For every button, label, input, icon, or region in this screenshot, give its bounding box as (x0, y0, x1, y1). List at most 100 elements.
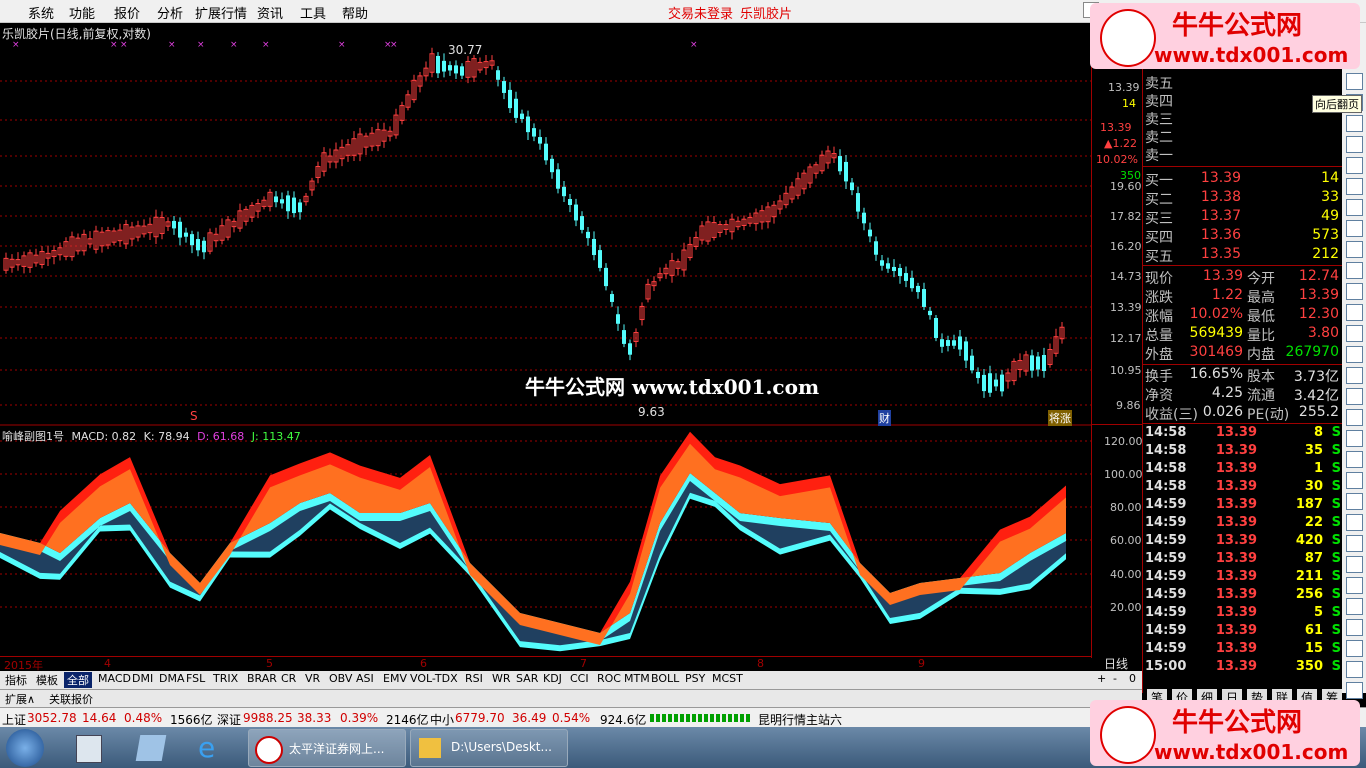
toolbar-icon-27[interactable] (1346, 640, 1363, 657)
toolbar-icon-28[interactable] (1346, 661, 1363, 678)
tick-time: 14:59 (1145, 515, 1187, 530)
tab-extend[interactable]: 扩展∧ (2, 691, 38, 707)
tab-boll[interactable]: BOLL (648, 672, 682, 685)
tab-emv[interactable]: EMV (380, 672, 410, 685)
start-button[interactable] (6, 729, 44, 767)
tab-control-1[interactable]: - (1110, 672, 1120, 685)
tab-control-2[interactable]: 0 (1126, 672, 1139, 685)
tab-模板[interactable]: 模板 (33, 672, 61, 688)
tab-wr[interactable]: WR (489, 672, 514, 685)
menu-info[interactable]: 资讯 (257, 3, 283, 22)
toolbar-icon-18[interactable] (1346, 451, 1363, 468)
tab-vr[interactable]: VR (302, 672, 323, 685)
toolbar-icon-8[interactable] (1346, 241, 1363, 258)
menu-system[interactable]: 系统 (28, 3, 54, 22)
tab-roc[interactable]: ROC (594, 672, 624, 685)
candle-down (922, 289, 926, 307)
tab-obv[interactable]: OBV (326, 672, 355, 685)
toolbar-icon-9[interactable] (1346, 262, 1363, 279)
tick-time: 14:58 (1145, 479, 1187, 494)
tab-rsi[interactable]: RSI (462, 672, 486, 685)
finance-marker[interactable]: 财 (878, 410, 891, 426)
buy-volume: 573 (1312, 227, 1339, 243)
tab-kdj[interactable]: KDJ (540, 672, 565, 685)
login-status[interactable]: 交易未登录 (668, 3, 733, 22)
tab-asi[interactable]: ASI (353, 672, 377, 685)
tab-related-quote[interactable]: 关联报价 (46, 691, 96, 707)
toolbar-icon-29[interactable] (1346, 682, 1363, 699)
chart-area[interactable]: × × × × × × × × × × × 乐凯胶片(日线,前复权,对数) 30.77 9.63 牛… (0, 23, 1091, 658)
tab-cr[interactable]: CR (278, 672, 299, 685)
toolbar-icon-24[interactable] (1346, 577, 1363, 594)
tab-sar[interactable]: SAR (513, 672, 541, 685)
toolbar-icon-23[interactable] (1346, 556, 1363, 573)
toolbar-icon-4[interactable] (1346, 157, 1363, 174)
menu-help[interactable]: 帮助 (342, 3, 368, 22)
toolbar-icon-22[interactable] (1346, 535, 1363, 552)
tab-dmi[interactable]: DMI (129, 672, 156, 685)
tab-fsl[interactable]: FSL (183, 672, 208, 685)
stat-row-2: 涨幅 10.02% 最低 12.30 (1145, 306, 1341, 325)
menu-ext-market[interactable]: 扩展行情 (195, 3, 247, 22)
server-name[interactable]: 昆明行情主站六 (758, 711, 842, 728)
stat2-row-0: 换手 16.65% 股本 3.73亿 (1145, 366, 1341, 385)
toolbar-icon-15[interactable] (1346, 388, 1363, 405)
tab-brar[interactable]: BRAR (244, 672, 280, 685)
toolbar-icon-17[interactable] (1346, 430, 1363, 447)
toolbar-icon-7[interactable] (1346, 220, 1363, 237)
tab-指标[interactable]: 指标 (2, 672, 30, 688)
tab-psy[interactable]: PSY (682, 672, 708, 685)
toolbar-icon-13[interactable] (1346, 346, 1363, 363)
signal-icon (650, 714, 750, 722)
candle-down (520, 113, 524, 120)
menu-tools[interactable]: 工具 (300, 3, 326, 22)
calculator-icon[interactable] (76, 735, 102, 763)
taskbar-item-explorer[interactable]: D:\Users\Deskt... (410, 729, 568, 767)
tab-trix[interactable]: TRIX (210, 672, 241, 685)
menu-function[interactable]: 功能 (69, 3, 95, 22)
event-marker: × (338, 40, 346, 50)
stat2-row-1: 净资 4.25 流通 3.42亿 (1145, 385, 1341, 404)
toolbar-icon-0[interactable] (1346, 73, 1363, 90)
menu-analysis[interactable]: 分析 (157, 3, 183, 22)
notebook-icon[interactable] (135, 735, 167, 761)
toolbar-icon-2[interactable] (1346, 115, 1363, 132)
toolbar-icon-10[interactable] (1346, 283, 1363, 300)
buy-row-4[interactable]: 买五 13.35 212 (1145, 246, 1341, 265)
tab-control-0[interactable]: + (1094, 672, 1109, 685)
toolbar-icon-19[interactable] (1346, 472, 1363, 489)
rise-marker[interactable]: 将涨 (1048, 410, 1072, 426)
candle-down (298, 202, 302, 213)
period-label[interactable]: 日线 (1104, 655, 1128, 672)
buy-row-0[interactable]: 买一 13.39 14 (1145, 170, 1341, 189)
toolbar-icon-5[interactable] (1346, 178, 1363, 195)
toolbar-icon-16[interactable] (1346, 409, 1363, 426)
toolbar-icon-20[interactable] (1346, 493, 1363, 510)
sell-label: 卖一 (1145, 148, 1173, 164)
axis-tick: 14.73 (1110, 270, 1142, 283)
buy-row-1[interactable]: 买二 13.38 33 (1145, 189, 1341, 208)
toolbar-icon-12[interactable] (1346, 325, 1363, 342)
toolbar-icon-6[interactable] (1346, 199, 1363, 216)
candle-down (994, 379, 998, 387)
sell-label: 卖三 (1145, 112, 1173, 128)
ie-icon[interactable]: e (198, 733, 228, 763)
buy-row-2[interactable]: 买三 13.37 49 (1145, 208, 1341, 227)
tab-cci[interactable]: CCI (567, 672, 592, 685)
tab-全部[interactable]: 全部 (64, 672, 92, 688)
kline-chart[interactable]: × × × × × × × × ×× × (0, 23, 1091, 658)
toolbar-icon-21[interactable] (1346, 514, 1363, 531)
toolbar-icon-14[interactable] (1346, 367, 1363, 384)
menu-quote[interactable]: 报价 (114, 3, 140, 22)
toolbar-icon-26[interactable] (1346, 619, 1363, 636)
toolbar-icon-25[interactable] (1346, 598, 1363, 615)
toolbar-icon-11[interactable] (1346, 304, 1363, 321)
tab-mcst[interactable]: MCST (709, 672, 746, 685)
tick-volume: 61 (1304, 623, 1323, 638)
taskbar-item-tdx[interactable]: 太平洋证券网上... (248, 729, 406, 767)
toolbar-icon-3[interactable] (1346, 136, 1363, 153)
buy-row-3[interactable]: 买四 13.36 573 (1145, 227, 1341, 246)
stat-row-1: 涨跌 1.22 最高 13.39 (1145, 287, 1341, 306)
chart-title: 乐凯胶片(日线,前复权,对数) (2, 27, 151, 41)
tab-vol-tdx[interactable]: VOL-TDX (407, 672, 461, 685)
